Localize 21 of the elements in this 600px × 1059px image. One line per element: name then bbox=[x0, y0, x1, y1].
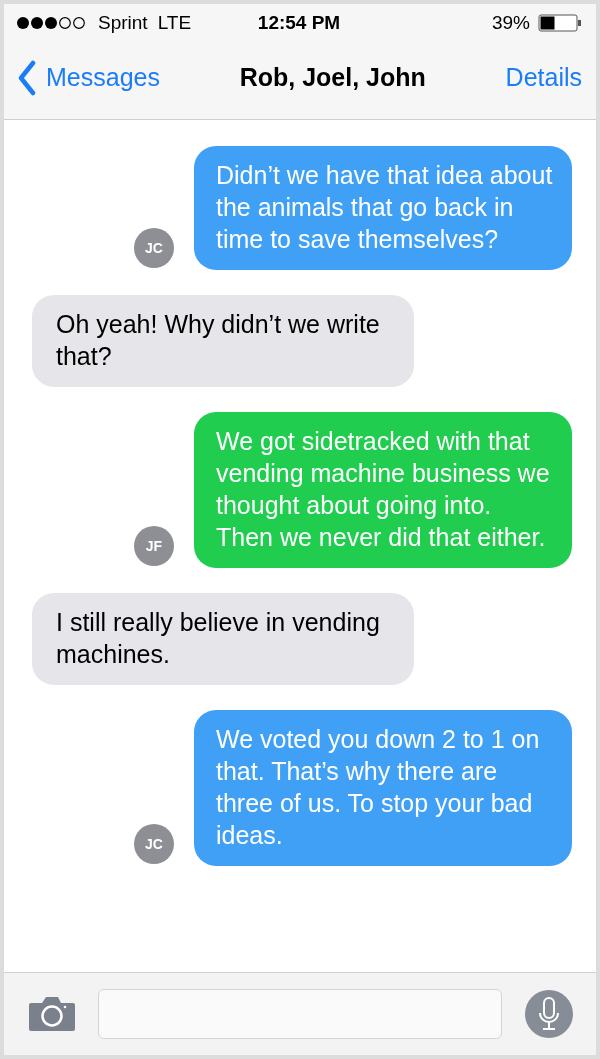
conversation-title: Rob, Joel, John bbox=[239, 63, 426, 92]
avatar: JC bbox=[134, 228, 174, 268]
microphone-icon[interactable] bbox=[524, 989, 574, 1039]
battery-percent: 39% bbox=[491, 12, 530, 34]
clock-time: 12:54 PM bbox=[257, 12, 341, 34]
message-bubble: We got sidetracked with that vending machine business we thought about going into. Then we never did that either. bbox=[194, 412, 572, 568]
carrier-name: Sprint bbox=[98, 12, 148, 34]
avatar: JF bbox=[134, 526, 174, 566]
details-link[interactable]: Details bbox=[505, 63, 582, 92]
camera-icon[interactable] bbox=[28, 996, 76, 1032]
network-type: LTE bbox=[157, 12, 192, 34]
back-link[interactable]: Messages bbox=[18, 59, 160, 96]
back-chevron-icon bbox=[18, 59, 36, 96]
battery-icon bbox=[538, 14, 582, 32]
message-bubble: Didn’t we have that idea about the animals that go back in time to save themselves? bbox=[194, 146, 572, 270]
avatar: JC bbox=[134, 824, 174, 864]
message-bubble: We voted you down 2 to 1 on that. That’s why there are three of us. To stop your bad ideas. bbox=[194, 710, 572, 866]
message-bubble: I still really believe in vending machines. bbox=[32, 593, 414, 685]
signal-icon bbox=[16, 16, 88, 30]
message-bubble: Oh yeah! Why didn’t we write that? bbox=[32, 295, 414, 387]
message-input-field[interactable] bbox=[98, 989, 502, 1039]
